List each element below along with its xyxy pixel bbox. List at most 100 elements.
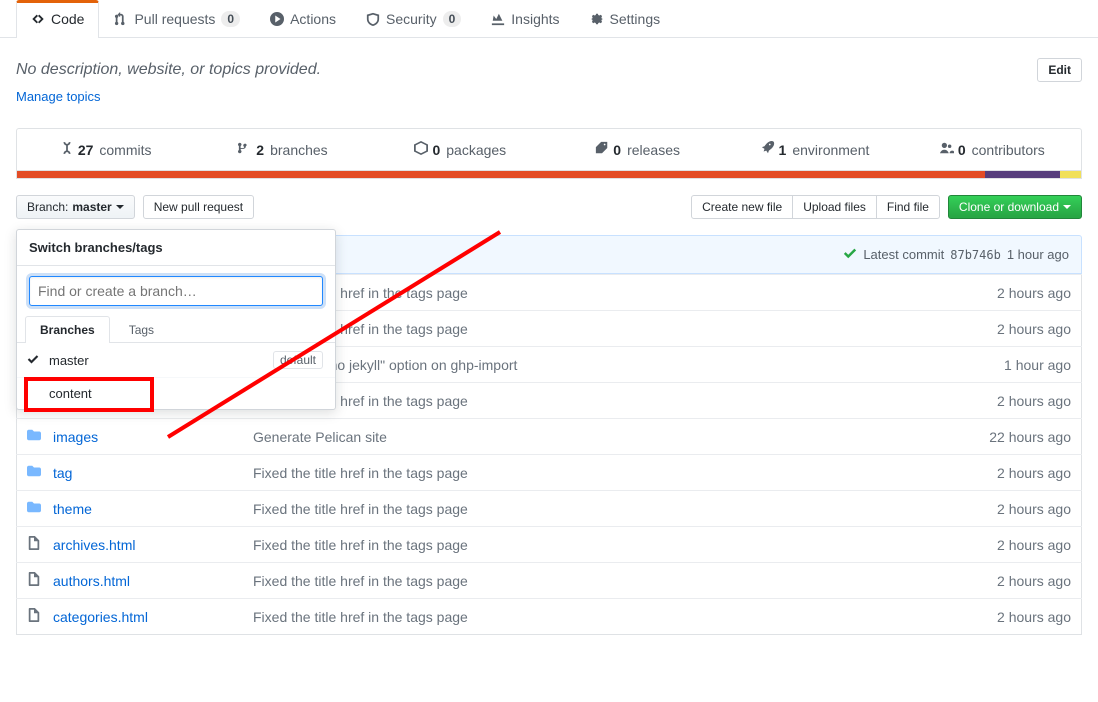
releases-link[interactable]: 0 releases xyxy=(549,129,726,170)
branch-prefix: Branch: xyxy=(27,200,68,214)
clone-label: Clone or download xyxy=(959,200,1059,214)
contributors-link[interactable]: 0 contributors xyxy=(904,129,1081,170)
manage-topics-link[interactable]: Manage topics xyxy=(16,89,101,104)
caret-down-icon xyxy=(1063,205,1071,213)
commit-message-link[interactable]: Fixed the title href in the tags page xyxy=(243,311,952,347)
env-label: environment xyxy=(792,142,869,158)
language-bar[interactable] xyxy=(16,171,1082,179)
tab-actions[interactable]: Actions xyxy=(255,0,351,37)
commit-message-link[interactable]: Testing the "no jekyll" option on ghp-im… xyxy=(243,347,952,383)
git-pull-request-icon xyxy=(114,12,128,26)
branch-item-content[interactable]: content xyxy=(17,378,335,409)
packages-count: 0 xyxy=(432,142,440,158)
branch-select-button[interactable]: Branch: master xyxy=(16,195,135,219)
rocket-icon xyxy=(761,141,775,158)
people-icon xyxy=(940,141,954,158)
commits-count: 27 xyxy=(78,142,94,158)
environments-link[interactable]: 1 environment xyxy=(726,129,903,170)
branches-link[interactable]: 2 branches xyxy=(194,129,371,170)
file-age: 2 hours ago xyxy=(952,275,1082,311)
latest-commit-label: Latest commit xyxy=(863,247,944,262)
pr-count-badge: 0 xyxy=(221,11,240,27)
tab-code[interactable]: Code xyxy=(16,0,99,38)
branch-item-label: master xyxy=(49,353,89,368)
branch-item-master[interactable]: master default xyxy=(17,343,335,378)
play-icon xyxy=(270,12,284,26)
folder-icon xyxy=(17,491,44,527)
tab-insights[interactable]: Insights xyxy=(476,0,574,37)
commit-time: 1 hour ago xyxy=(1007,247,1069,262)
table-row: tag Fixed the title href in the tags page… xyxy=(17,455,1082,491)
file-age: 2 hours ago xyxy=(952,311,1082,347)
branch-tag-tabs: Branches Tags xyxy=(17,316,335,343)
branches-count: 2 xyxy=(256,142,264,158)
tab-branches[interactable]: Branches xyxy=(25,316,110,343)
commit-message-link[interactable]: Fixed the title href in the tags page xyxy=(243,491,952,527)
commit-message-link[interactable]: Fixed the title href in the tags page xyxy=(243,455,952,491)
graph-icon xyxy=(491,12,505,26)
file-icon xyxy=(17,599,44,635)
table-row: imagesGenerate Pelican site22 hours ago xyxy=(17,419,1082,455)
commit-sha-link[interactable]: 87b746b xyxy=(950,248,1001,262)
branch-filter-input[interactable] xyxy=(29,276,323,306)
folder-icon xyxy=(17,455,44,491)
new-pull-request-button[interactable]: New pull request xyxy=(143,195,254,219)
security-count-badge: 0 xyxy=(443,11,462,27)
tab-security[interactable]: Security 0 xyxy=(351,0,476,37)
language-segment xyxy=(1060,171,1081,178)
file-age: 2 hours ago xyxy=(952,563,1082,599)
tag-icon xyxy=(595,141,609,158)
tab-tags[interactable]: Tags xyxy=(114,316,169,343)
repo-description-placeholder: No description, website, or topics provi… xyxy=(16,61,321,79)
tab-actions-label: Actions xyxy=(290,11,336,27)
tab-security-label: Security xyxy=(386,11,437,27)
tab-code-label: Code xyxy=(51,11,84,27)
table-row: archives.html Fixed the title href in the… xyxy=(17,527,1082,563)
tab-insights-label: Insights xyxy=(511,11,559,27)
file-age: 2 hours ago xyxy=(952,527,1082,563)
clone-download-button[interactable]: Clone or download xyxy=(948,195,1082,219)
env-count: 1 xyxy=(779,142,787,158)
tab-settings[interactable]: Settings xyxy=(575,0,676,37)
gear-icon xyxy=(590,12,604,26)
shield-icon xyxy=(366,12,380,26)
commits-icon xyxy=(60,141,74,158)
check-icon xyxy=(27,353,39,368)
branch-list: master default content xyxy=(17,343,335,409)
table-row: categories.html Fixed the title href in t… xyxy=(17,599,1082,635)
file-actions-group: Create new file Upload files Find file xyxy=(691,195,940,219)
commit-message-link[interactable]: Fixed the title href in the tags page xyxy=(243,527,952,563)
commit-message-link[interactable]: Fixed the title href in the tags page xyxy=(243,563,952,599)
file-name-link[interactable]: authors.html xyxy=(53,573,130,589)
tab-pr-label: Pull requests xyxy=(134,11,215,27)
commit-message-link[interactable]: Generate Pelican site xyxy=(243,419,952,455)
file-age: 2 hours ago xyxy=(952,491,1082,527)
file-age: 2 hours ago xyxy=(952,383,1082,419)
file-name-link[interactable]: images xyxy=(53,429,98,445)
code-icon xyxy=(31,12,45,26)
releases-label: releases xyxy=(627,142,680,158)
file-name-link[interactable]: theme xyxy=(53,501,92,517)
commit-message-link[interactable]: Fixed the title href in the tags page xyxy=(243,383,952,419)
tab-pull-requests[interactable]: Pull requests 0 xyxy=(99,0,255,37)
file-name-link[interactable]: tag xyxy=(53,465,72,481)
packages-label: packages xyxy=(446,142,506,158)
find-file-button[interactable]: Find file xyxy=(876,195,940,219)
packages-link[interactable]: 0 packages xyxy=(372,129,549,170)
file-name-link[interactable]: archives.html xyxy=(53,537,135,553)
default-badge: default xyxy=(273,351,323,369)
create-file-button[interactable]: Create new file xyxy=(691,195,793,219)
package-icon xyxy=(414,141,428,158)
edit-description-button[interactable]: Edit xyxy=(1037,58,1082,82)
language-segment xyxy=(17,171,985,178)
upload-files-button[interactable]: Upload files xyxy=(792,195,877,219)
commit-message-link[interactable]: Fixed the title href in the tags page xyxy=(243,275,952,311)
git-branch-icon xyxy=(238,141,252,158)
check-icon[interactable] xyxy=(843,246,857,263)
branch-switcher-popover: Switch branches/tags Branches Tags maste… xyxy=(16,229,336,410)
commit-message-link[interactable]: Fixed the title href in the tags page xyxy=(243,599,952,635)
table-row: theme Fixed the title href in the tags pa… xyxy=(17,491,1082,527)
branch-switcher-title: Switch branches/tags xyxy=(17,230,335,266)
file-name-link[interactable]: categories.html xyxy=(53,609,148,625)
commits-link[interactable]: 27 commits xyxy=(17,129,194,170)
